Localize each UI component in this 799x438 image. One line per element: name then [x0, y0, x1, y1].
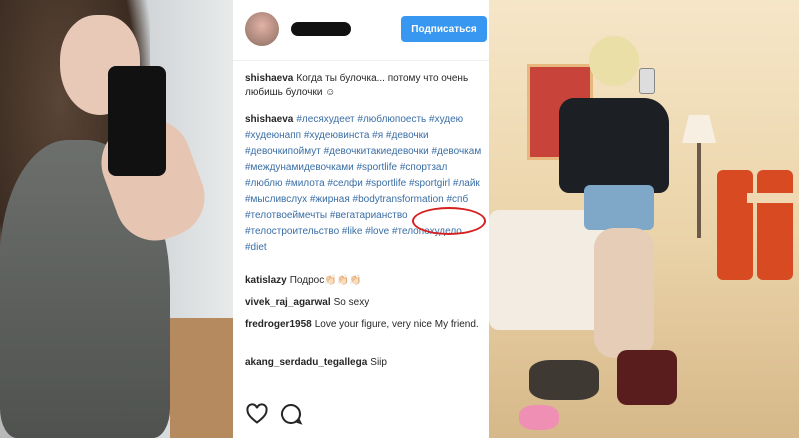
blonde-hair [589, 36, 639, 86]
boots [617, 350, 677, 405]
caption-username[interactable]: shishaeva [245, 73, 293, 84]
phone [108, 66, 166, 176]
red-chair [757, 170, 793, 280]
comment-text: Siip [370, 357, 387, 368]
instagram-post: Подписаться shishaeva Когда ты булочка...… [233, 0, 489, 438]
comment-text: So sexy [333, 297, 370, 308]
black-top [559, 98, 669, 193]
redacted-username [291, 22, 351, 36]
comment-text: Love your figure, very nice My friend. [314, 319, 479, 330]
comment-username[interactable]: vivek_raj_agarwal [245, 297, 331, 308]
legs [594, 228, 654, 358]
tags-username[interactable]: shishaeva [245, 114, 293, 125]
post-caption: shishaeva Когда ты булочка... потому что … [245, 72, 485, 100]
comment-icon[interactable] [279, 402, 303, 426]
lamp-shade [682, 115, 716, 143]
denim-shorts [584, 185, 654, 230]
table [747, 193, 799, 203]
lamp-stem [697, 143, 701, 238]
comment-username[interactable]: akang_serdadu_tegallega [245, 357, 367, 368]
comment: katislazy Подрос👏🏻👏🏻👏🏻 [245, 274, 485, 288]
floor-clutter [529, 360, 599, 400]
comment-username[interactable]: katislazy [245, 275, 287, 286]
comment-username[interactable]: fredroger1958 [245, 319, 312, 330]
post-header: Подписаться [233, 0, 489, 61]
left-selfie-photo [0, 0, 233, 438]
post-actions [245, 402, 325, 428]
comment: vivek_raj_agarwal So sexy [245, 296, 485, 310]
phone [639, 68, 655, 94]
heart-icon[interactable] [245, 402, 269, 426]
comment-text: Подрос👏🏻👏🏻👏🏻 [289, 275, 362, 286]
red-chair [717, 170, 753, 280]
pink-item [519, 405, 559, 430]
comment: akang_serdadu_tegallega Siip [245, 356, 485, 370]
highlight-circle [412, 207, 486, 235]
comment: fredroger1958 Love your figure, very nice… [245, 318, 485, 332]
follow-button[interactable]: Подписаться [401, 16, 487, 42]
wooden-stand [170, 318, 233, 438]
right-mirror-photo [489, 0, 799, 438]
avatar[interactable] [245, 12, 279, 46]
